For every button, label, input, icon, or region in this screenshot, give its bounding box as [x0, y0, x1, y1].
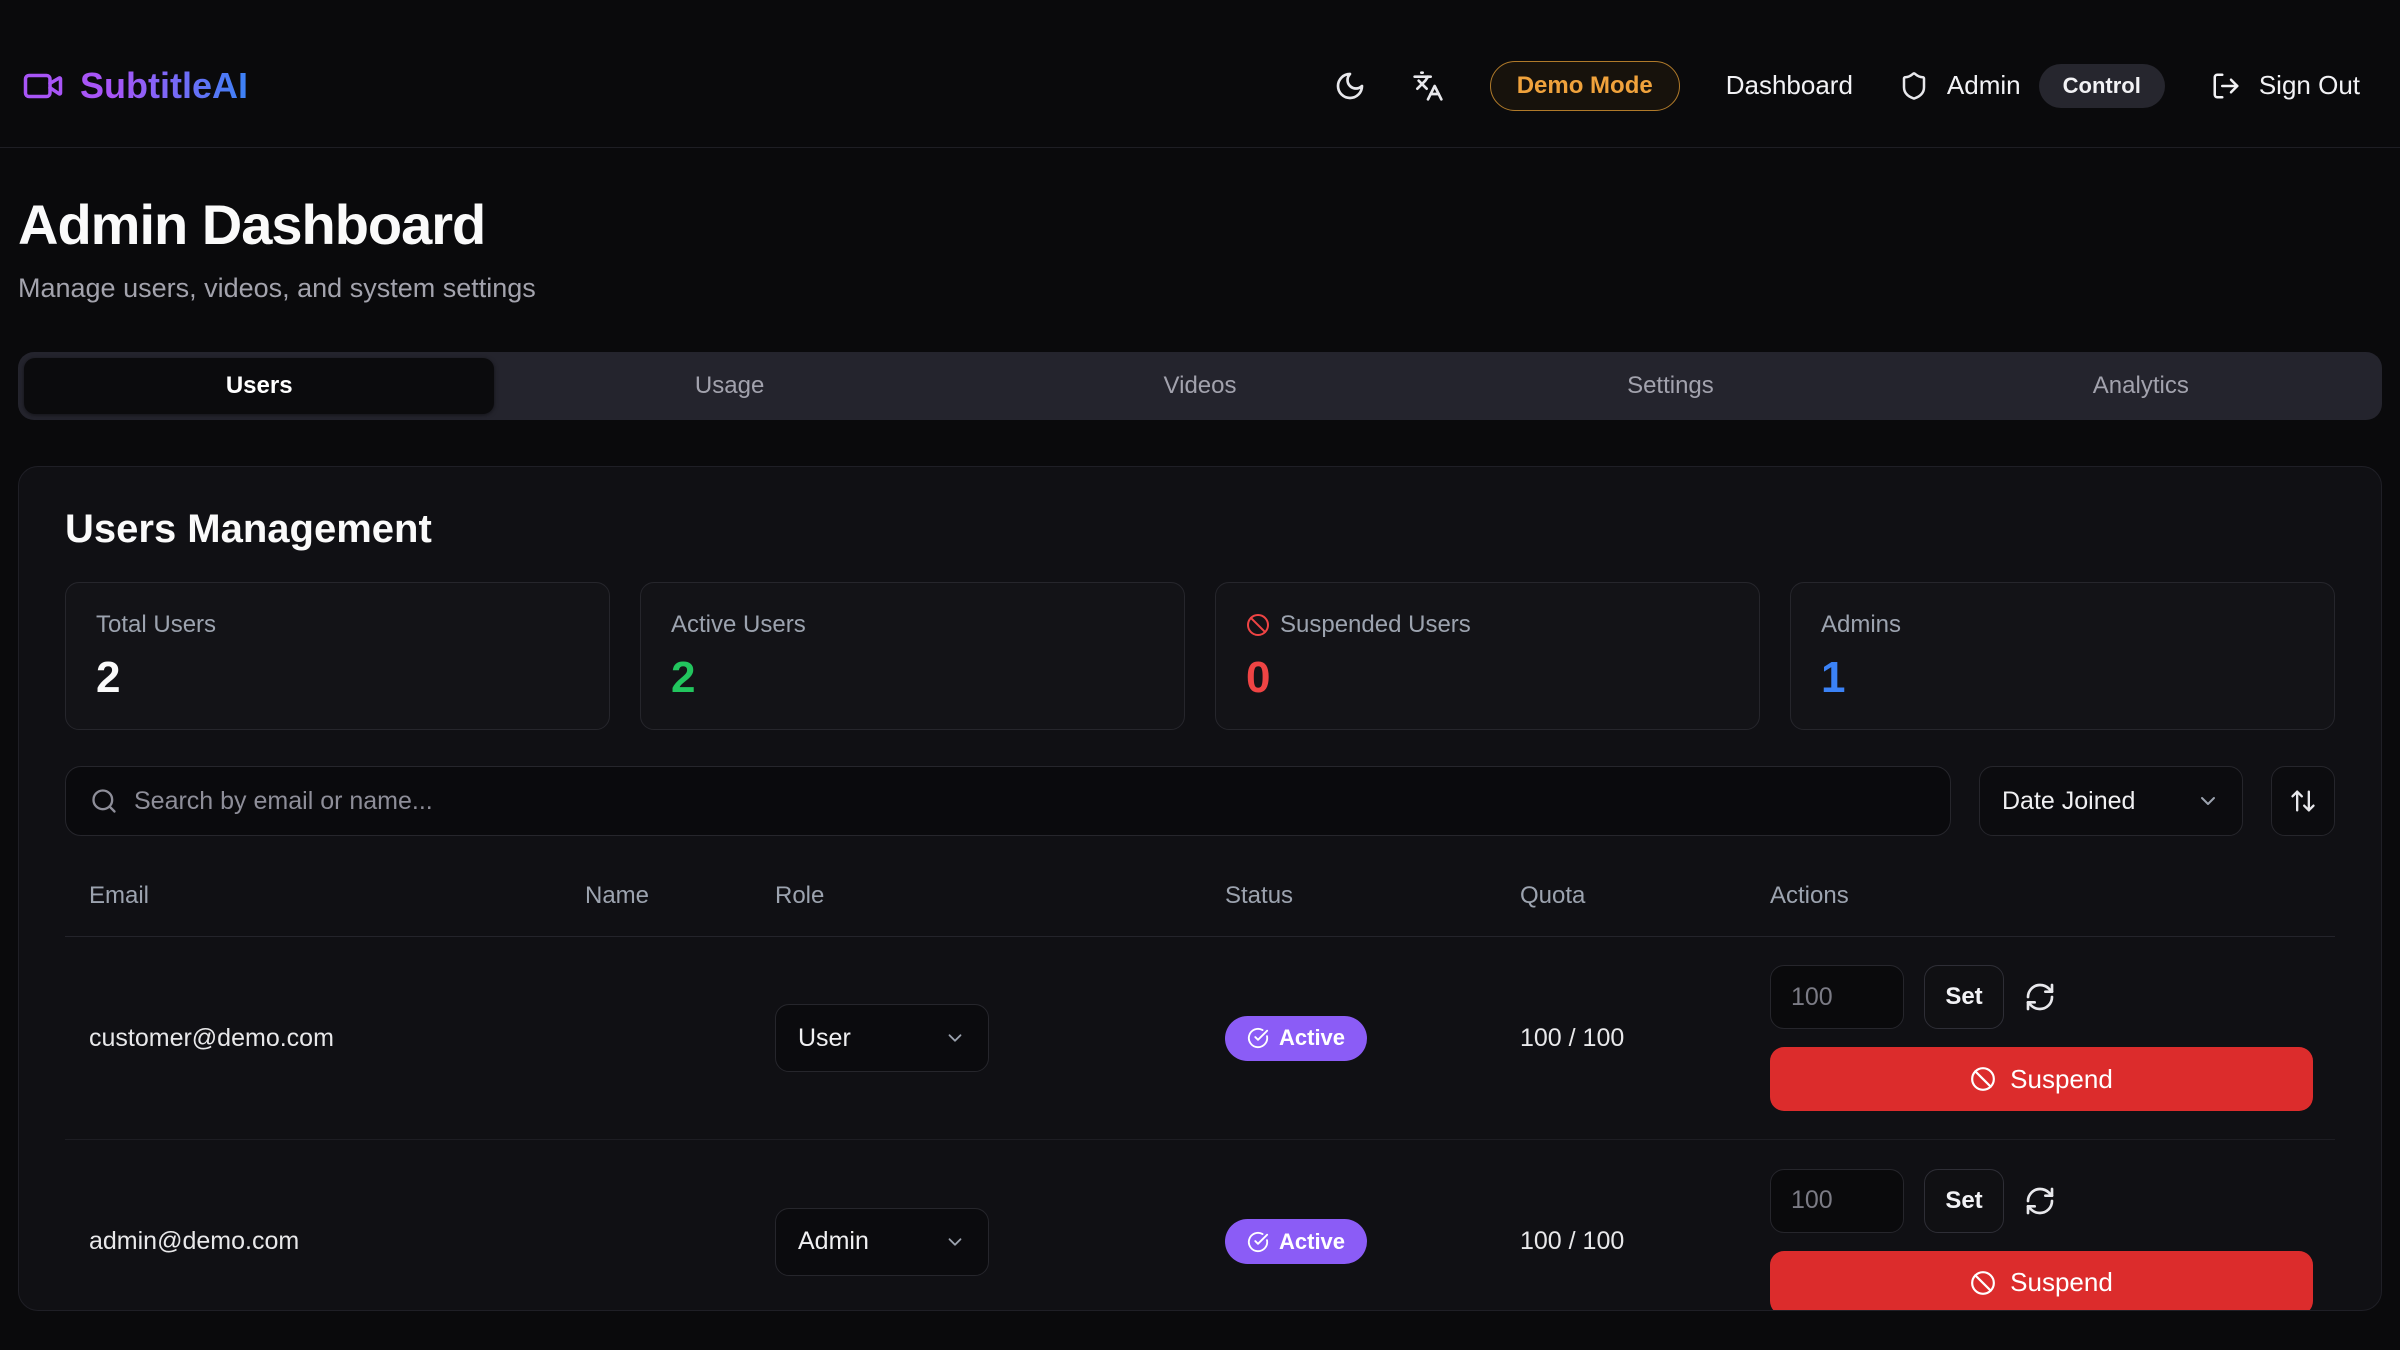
table-row: customer@demo.com User Ac — [65, 937, 2335, 1140]
quota-value: 100 / 100 — [1520, 1227, 1770, 1256]
table-header-row: Email Name Role Status Quota Actions — [65, 852, 2335, 937]
chevron-down-icon — [2196, 789, 2220, 813]
col-header-name: Name — [585, 882, 775, 910]
status-badge: Active — [1225, 1016, 1367, 1061]
col-header-actions: Actions — [1770, 882, 2335, 910]
refresh-icon — [2024, 981, 2056, 1013]
reset-quota-button[interactable] — [2024, 981, 2056, 1013]
ban-icon — [1970, 1270, 1996, 1296]
section-title: Users Management — [65, 507, 2335, 552]
stat-value: 2 — [96, 653, 579, 703]
set-quota-button[interactable]: Set — [1924, 1169, 2004, 1233]
demo-mode-badge: Demo Mode — [1490, 61, 1680, 111]
circle-check-icon — [1247, 1027, 1269, 1049]
row-actions: Set Suspend — [1770, 1169, 2335, 1312]
ban-icon — [1246, 613, 1270, 637]
circle-check-icon — [1247, 1231, 1269, 1253]
suspend-button[interactable]: Suspend — [1770, 1251, 2313, 1312]
status-badge: Active — [1225, 1219, 1367, 1264]
set-quota-button[interactable]: Set — [1924, 965, 2004, 1029]
suspend-label: Suspend — [2010, 1064, 2113, 1095]
top-nav: SubtitleAI Demo Mode Dashboard Admin Con… — [0, 0, 2400, 148]
tab-analytics[interactable]: Analytics — [1906, 358, 2376, 414]
stat-total-users: Total Users 2 — [65, 582, 610, 730]
theme-toggle-button[interactable] — [1334, 70, 1366, 102]
log-out-icon — [2211, 71, 2241, 101]
nav-link-dashboard[interactable]: Dashboard — [1726, 70, 1853, 101]
table-row: admin@demo.com Admin Acti — [65, 1140, 2335, 1311]
users-table: Email Name Role Status Quota Actions cus… — [65, 852, 2335, 1311]
sort-field-value: Date Joined — [2002, 787, 2135, 816]
tab-users[interactable]: Users — [24, 358, 494, 414]
sign-out-label: Sign Out — [2259, 70, 2360, 101]
stat-value: 1 — [1821, 653, 2304, 703]
users-management-card: Users Management Total Users 2 Active Us… — [18, 466, 2382, 1311]
stats-row: Total Users 2 Active Users 2 Suspended U… — [65, 582, 2335, 730]
user-email: admin@demo.com — [65, 1227, 585, 1256]
chevron-down-icon — [944, 1231, 966, 1253]
chevron-down-icon — [944, 1027, 966, 1049]
nav-right: Demo Mode Dashboard Admin Control Sign O… — [1334, 61, 2360, 111]
table-controls: Date Joined — [65, 766, 2335, 836]
ban-icon — [1970, 1066, 1996, 1092]
language-toggle-button[interactable] — [1412, 70, 1444, 102]
stat-label: Admins — [1821, 611, 2304, 639]
arrow-up-down-icon — [2289, 787, 2317, 815]
brand-name: SubtitleAI — [80, 65, 248, 107]
col-header-status: Status — [1225, 882, 1520, 910]
admin-role-group: Admin Control — [1899, 64, 2165, 108]
page-header: Admin Dashboard Manage users, videos, an… — [18, 192, 2382, 304]
stat-value: 0 — [1246, 653, 1729, 703]
tab-videos[interactable]: Videos — [965, 358, 1435, 414]
col-header-email: Email — [65, 882, 585, 910]
stat-label: Total Users — [96, 611, 579, 639]
admin-label: Admin — [1947, 70, 2021, 101]
suspend-button[interactable]: Suspend — [1770, 1047, 2313, 1111]
refresh-icon — [2024, 1185, 2056, 1217]
reset-quota-button[interactable] — [2024, 1185, 2056, 1217]
shield-icon — [1899, 71, 1929, 101]
status-label: Active — [1279, 1025, 1345, 1051]
quota-input[interactable] — [1770, 1169, 1904, 1233]
col-header-quota: Quota — [1520, 882, 1770, 910]
stat-suspended-users: Suspended Users 0 — [1215, 582, 1760, 730]
search-input[interactable] — [134, 787, 1926, 816]
video-camera-icon — [22, 65, 64, 107]
user-email: customer@demo.com — [65, 1024, 585, 1053]
row-actions: Set Suspend — [1770, 965, 2335, 1111]
sign-out-button[interactable]: Sign Out — [2211, 70, 2360, 101]
quota-input[interactable] — [1770, 965, 1904, 1029]
tab-bar: Users Usage Videos Settings Analytics — [18, 352, 2382, 420]
stat-value: 2 — [671, 653, 1154, 703]
page-title: Admin Dashboard — [18, 192, 2382, 257]
stat-label: Suspended Users — [1280, 611, 1471, 639]
sort-field-select[interactable]: Date Joined — [1979, 766, 2243, 836]
stat-label: Active Users — [671, 611, 1154, 639]
stat-active-users: Active Users 2 — [640, 582, 1185, 730]
role-select[interactable]: Admin — [775, 1208, 989, 1276]
tab-settings[interactable]: Settings — [1435, 358, 1905, 414]
stat-admins: Admins 1 — [1790, 582, 2335, 730]
role-select[interactable]: User — [775, 1004, 989, 1072]
control-badge: Control — [2039, 64, 2165, 108]
search-box — [65, 766, 1951, 836]
status-label: Active — [1279, 1229, 1345, 1255]
moon-icon — [1334, 70, 1366, 102]
suspend-label: Suspend — [2010, 1267, 2113, 1298]
search-icon — [90, 787, 118, 815]
stat-label-wrap: Suspended Users — [1246, 611, 1729, 639]
role-value: User — [798, 1024, 851, 1053]
sort-direction-button[interactable] — [2271, 766, 2335, 836]
page-subtitle: Manage users, videos, and system setting… — [18, 273, 2382, 304]
brand-logo[interactable]: SubtitleAI — [22, 65, 248, 107]
languages-icon — [1412, 70, 1444, 102]
quota-value: 100 / 100 — [1520, 1024, 1770, 1053]
role-value: Admin — [798, 1227, 869, 1256]
col-header-role: Role — [775, 882, 1225, 910]
tab-usage[interactable]: Usage — [494, 358, 964, 414]
